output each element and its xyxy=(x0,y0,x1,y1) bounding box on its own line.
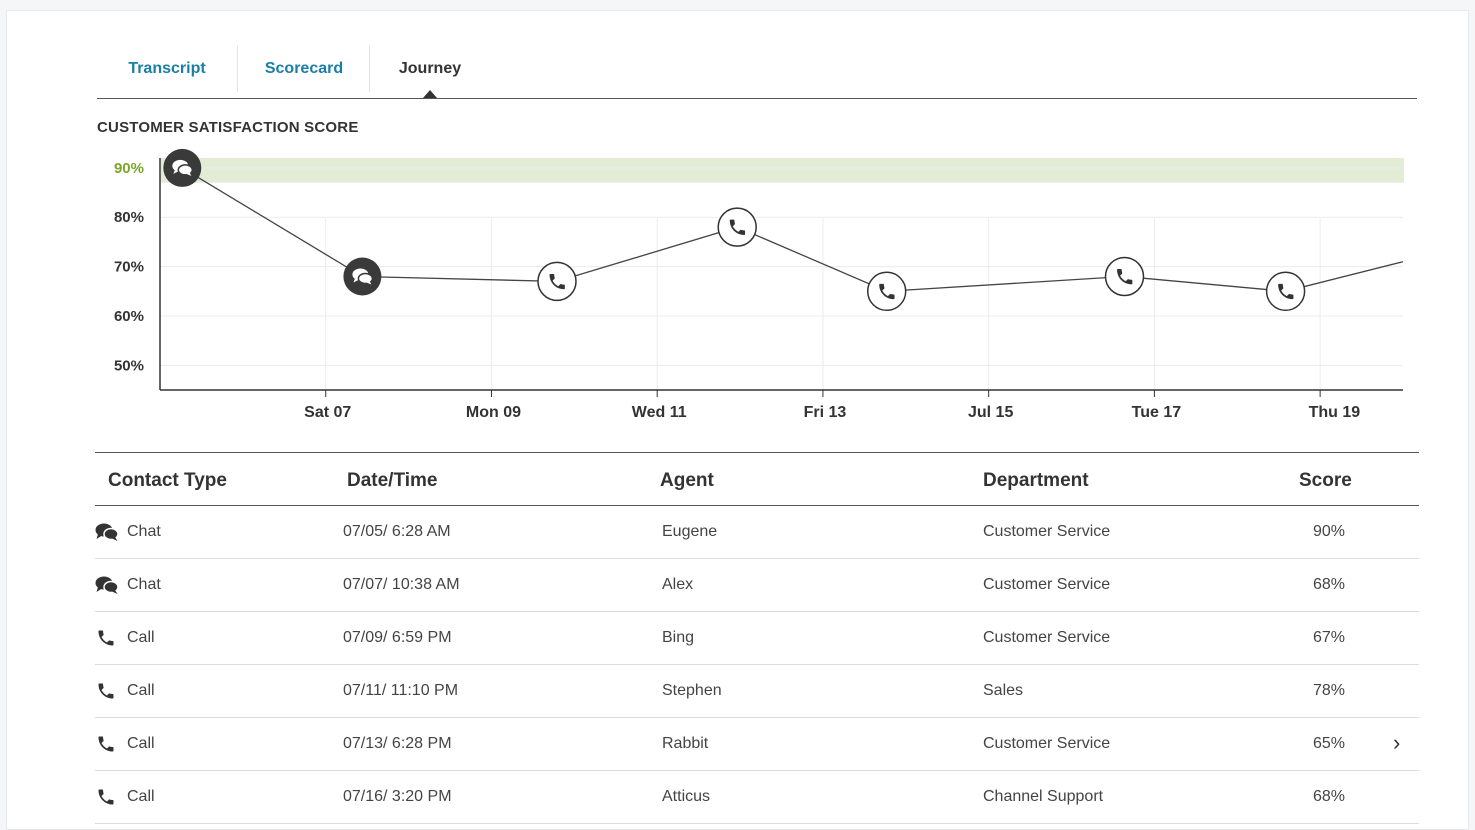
datetime-cell: 07/07/ 10:38 AM xyxy=(343,576,460,593)
department-cell: Customer Service xyxy=(983,523,1111,540)
score-cell: 90% xyxy=(1313,523,1346,540)
department-cell: Customer Service xyxy=(983,735,1111,752)
x-tick-label: Sat 07 xyxy=(304,404,351,421)
active-tab-caret-icon xyxy=(423,90,437,98)
chevron-right-icon[interactable]: › xyxy=(1393,718,1400,768)
contact-type-cell: Chat xyxy=(127,576,161,593)
department-cell: Customer Service xyxy=(983,629,1111,646)
header-contact-type[interactable]: Contact Type xyxy=(108,453,227,509)
agent-cell: Eugene xyxy=(662,523,718,540)
phone-icon xyxy=(95,628,117,648)
datetime-cell: 07/09/ 6:59 PM xyxy=(343,629,452,646)
call-point-marker[interactable] xyxy=(866,271,907,312)
y-tick-label: 50% xyxy=(114,357,144,374)
tab-bar: Transcript Scorecard Journey xyxy=(97,46,1417,99)
call-point-marker[interactable] xyxy=(537,261,577,302)
datetime-cell: 07/11/ 11:10 PM xyxy=(343,682,459,699)
score-cell: 67% xyxy=(1313,629,1346,646)
table-body: Chat 07/05/ 6:28 AM Eugene Customer Service… xyxy=(95,506,1419,824)
target-band xyxy=(161,158,1404,183)
x-tick-label: Jul 15 xyxy=(968,404,1013,421)
phone-icon xyxy=(95,787,117,807)
agent-cell: Bing xyxy=(662,629,695,646)
call-point-marker[interactable] xyxy=(1265,271,1306,312)
header-agent[interactable]: Agent xyxy=(660,453,714,509)
tab-journey[interactable]: Journey xyxy=(369,46,490,92)
contacts-table: Contact Type Date/Time Agent Department … xyxy=(95,452,1419,824)
table-row[interactable]: Call 07/13/ 6:28 PM Rabbit Customer Service… xyxy=(95,718,1419,771)
table-row[interactable]: Chat 07/05/ 6:28 AM Eugene Customer Service… xyxy=(95,506,1419,559)
table-row[interactable]: Call 07/09/ 6:59 PM Bing Customer Service 67… xyxy=(95,612,1419,665)
tab-transcript[interactable]: Transcript xyxy=(97,46,237,92)
datetime-cell: 07/16/ 3:20 PM xyxy=(343,788,452,805)
contact-type-cell: Chat xyxy=(127,523,161,540)
x-tick-label: Mon 09 xyxy=(466,404,521,421)
x-tick-label: Fri 13 xyxy=(804,404,847,421)
header-score[interactable]: Score xyxy=(1299,453,1352,509)
department-cell: Customer Service xyxy=(983,576,1111,593)
contact-type-cell: Call xyxy=(127,735,155,752)
csat-line-chart: 90% 80% 70% 60% 50% Sat 07 Mon 09 Wed 11 Fri 13 J… xyxy=(114,148,1404,421)
datetime-cell: 07/05/ 6:28 AM xyxy=(343,523,451,540)
call-point-marker[interactable] xyxy=(717,207,757,247)
score-cell: 68% xyxy=(1313,576,1346,593)
score-cell: 78% xyxy=(1313,682,1346,699)
chat-icon xyxy=(95,522,119,542)
y-tick-label: 60% xyxy=(114,308,144,325)
x-tick-label: Wed 11 xyxy=(632,404,687,421)
phone-icon xyxy=(95,681,117,701)
x-tick-label: Thu 19 xyxy=(1309,404,1361,421)
x-tick-label: Tue 17 xyxy=(1132,404,1182,421)
phone-icon xyxy=(95,734,117,754)
tab-scorecard[interactable]: Scorecard xyxy=(237,46,370,92)
chat-point-marker[interactable] xyxy=(163,148,202,187)
score-cell: 65% xyxy=(1313,735,1346,752)
header-datetime[interactable]: Date/Time xyxy=(347,453,437,509)
call-point-marker[interactable] xyxy=(1104,256,1145,297)
table-header-row: Contact Type Date/Time Agent Department … xyxy=(95,453,1419,506)
agent-cell: Alex xyxy=(662,576,694,593)
y-tick-label: 70% xyxy=(114,259,144,276)
agent-cell: Atticus xyxy=(662,788,711,805)
chat-icon xyxy=(95,575,119,595)
department-cell: Sales xyxy=(983,682,1024,699)
datetime-cell: 07/13/ 6:28 PM xyxy=(343,735,452,752)
table-row[interactable]: Call 07/16/ 3:20 PM Atticus Channel Support… xyxy=(95,771,1419,824)
agent-cell: Rabbit xyxy=(662,735,709,752)
score-cell: 68% xyxy=(1313,788,1346,805)
department-cell: Channel Support xyxy=(983,788,1104,805)
table-row[interactable]: Call 07/11/ 11:10 PM Stephen Sales 78% xyxy=(95,665,1419,718)
y-tick-label: 90% xyxy=(114,160,144,177)
y-tick-label: 80% xyxy=(114,209,144,226)
chat-point-marker[interactable] xyxy=(343,257,382,296)
header-department[interactable]: Department xyxy=(983,453,1089,509)
contact-type-cell: Call xyxy=(127,629,155,646)
section-title: CUSTOMER SATISFACTION SCORE xyxy=(97,119,359,136)
contact-type-cell: Call xyxy=(127,788,155,805)
table-row[interactable]: Chat 07/07/ 10:38 AM Alex Customer Service 6… xyxy=(95,559,1419,612)
contact-type-cell: Call xyxy=(127,682,155,699)
agent-cell: Stephen xyxy=(662,682,722,699)
